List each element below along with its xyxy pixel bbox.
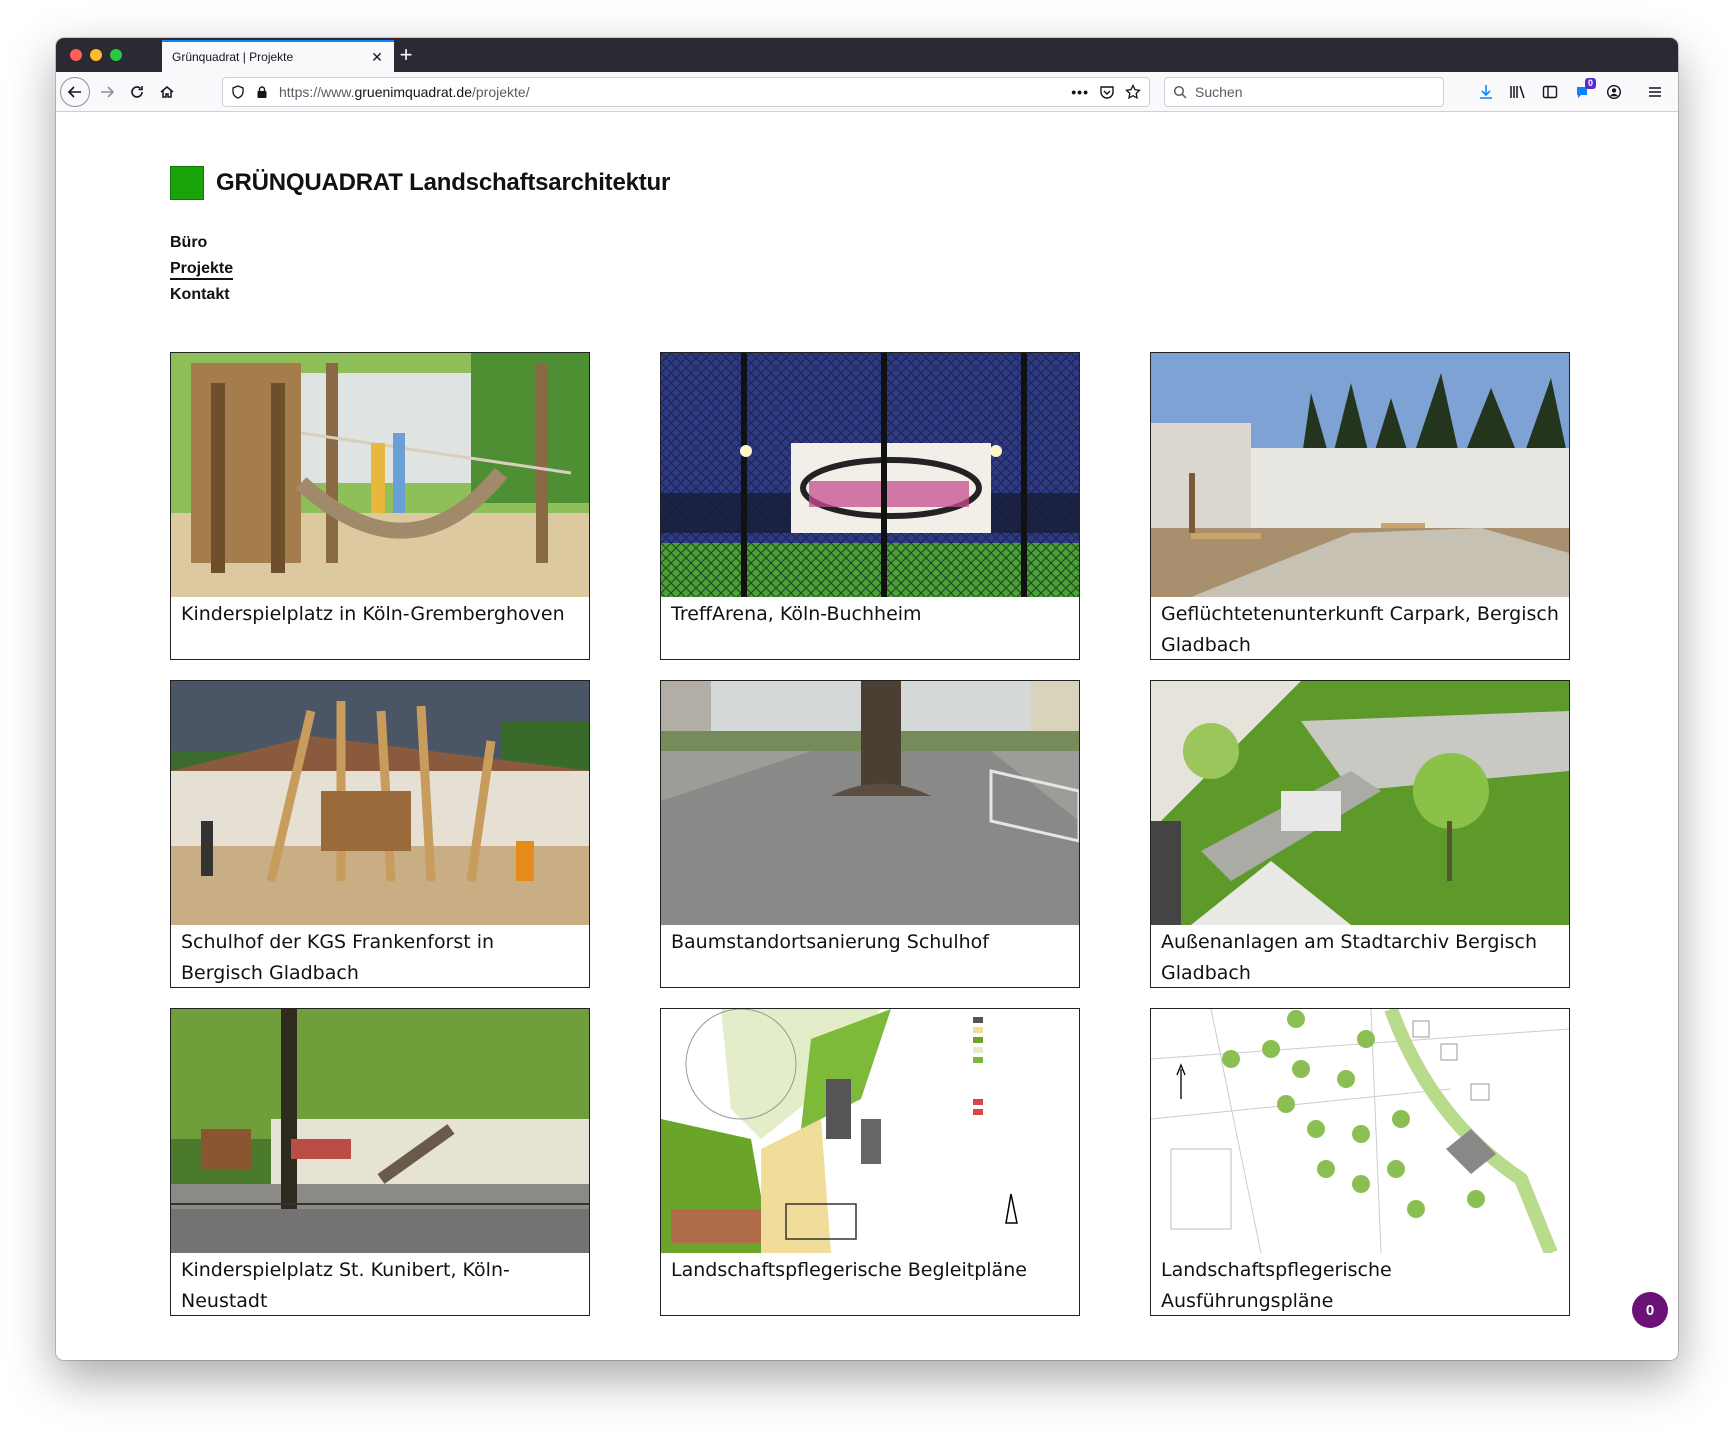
page-content: GRÜNQUADRAT Landschaftsarchitektur Büro … bbox=[56, 112, 1678, 1360]
project-caption: Landschaftspflegerische Begleitpläne bbox=[671, 1259, 1027, 1281]
lock-icon[interactable] bbox=[255, 85, 269, 99]
library-button[interactable] bbox=[1508, 82, 1528, 102]
new-tab-button[interactable]: + bbox=[392, 42, 420, 70]
arrow-right-icon bbox=[101, 86, 115, 98]
home-icon bbox=[160, 86, 174, 98]
home-button[interactable] bbox=[152, 77, 182, 107]
project-card[interactable]: Landschaftspflegerische Begleitpläne bbox=[660, 1008, 1080, 1316]
nav-item-projekte[interactable]: Projekte bbox=[170, 256, 234, 282]
reload-icon bbox=[131, 86, 143, 98]
close-window-button[interactable] bbox=[70, 49, 82, 61]
nav-label: Büro bbox=[170, 234, 208, 251]
project-card[interactable]: Baumstandortsanierung Schulhof bbox=[660, 680, 1080, 988]
browser-window: Grünquadrat | Projekte ✕ + https://www.g… bbox=[56, 38, 1678, 1360]
chat-badge-button[interactable]: 0 bbox=[1632, 1292, 1668, 1328]
download-icon bbox=[1480, 85, 1492, 99]
project-card[interactable]: Geflüchtetenunterkunft Carpark, Bergisch… bbox=[1150, 352, 1570, 660]
search-bar[interactable]: Suchen bbox=[1164, 77, 1444, 107]
back-button[interactable] bbox=[60, 77, 90, 107]
project-caption: Kinderspielplatz in Köln-Gremberghoven bbox=[181, 603, 565, 625]
project-caption: TreffArena, Köln-Buchheim bbox=[671, 603, 922, 625]
bookmark-star-icon[interactable] bbox=[1125, 84, 1141, 100]
page-actions-icon[interactable]: ••• bbox=[1071, 84, 1089, 100]
account-button[interactable] bbox=[1604, 82, 1624, 102]
hamburger-menu-icon bbox=[1649, 87, 1661, 97]
forward-button[interactable] bbox=[92, 77, 122, 107]
arrow-left-icon bbox=[67, 86, 81, 98]
maximize-window-button[interactable] bbox=[110, 49, 122, 61]
project-card[interactable]: Schulhof der KGS Frankenforst in Bergisc… bbox=[170, 680, 590, 988]
notifications-button[interactable]: 0 bbox=[1572, 78, 1596, 102]
url-domain: gruenimquadrat.de bbox=[354, 84, 472, 100]
project-image-containers bbox=[1151, 353, 1569, 597]
url-text[interactable]: https://www.gruenimquadrat.de/projekte/ bbox=[279, 84, 1071, 100]
notification-badge: 0 bbox=[1584, 78, 1596, 89]
search-placeholder: Suchen bbox=[1195, 84, 1243, 100]
tab-active[interactable]: Grünquadrat | Projekte ✕ bbox=[162, 40, 394, 72]
nav-item-buero[interactable]: Büro bbox=[170, 230, 233, 256]
project-card[interactable]: Außenanlagen am Stadtarchiv Bergisch Gla… bbox=[1150, 680, 1570, 988]
tab-strip: Grünquadrat | Projekte ✕ + bbox=[56, 38, 1678, 72]
project-caption: Landschaftspflegerische Ausführungspläne bbox=[1161, 1259, 1392, 1312]
project-caption: Geflüchtetenunterkunft Carpark, Bergisch… bbox=[1161, 603, 1559, 656]
nav-toolbar: https://www.gruenimquadrat.de/projekte/ … bbox=[56, 72, 1678, 112]
library-icon bbox=[1510, 85, 1525, 99]
project-card[interactable]: TreffArena, Köln-Buchheim bbox=[660, 352, 1080, 660]
project-image-treffarena bbox=[661, 353, 1079, 597]
project-image-schoolyard bbox=[171, 681, 589, 925]
nav-item-kontakt[interactable]: Kontakt bbox=[170, 282, 233, 308]
sidebar-icon bbox=[1542, 85, 1558, 99]
project-caption: Schulhof der KGS Frankenforst in Bergisc… bbox=[181, 931, 495, 984]
site-header[interactable]: GRÜNQUADRAT Landschaftsarchitektur bbox=[170, 166, 670, 200]
project-caption: Außenanlagen am Stadtarchiv Bergisch Gla… bbox=[1161, 931, 1538, 984]
close-icon[interactable]: ✕ bbox=[370, 49, 384, 66]
project-card[interactable]: Landschaftspflegerische Ausführungspläne bbox=[1150, 1008, 1570, 1316]
project-image-playground bbox=[171, 353, 589, 597]
project-caption: Kinderspielplatz St. Kunibert, Köln-Neus… bbox=[181, 1259, 510, 1312]
url-prefix: https://www. bbox=[279, 84, 355, 100]
project-image-archive-garden bbox=[1151, 681, 1569, 925]
project-card[interactable]: Kinderspielplatz in Köln-Gremberghoven bbox=[170, 352, 590, 660]
url-bar[interactable]: https://www.gruenimquadrat.de/projekte/ … bbox=[222, 77, 1150, 107]
nav-label: Projekte bbox=[170, 260, 234, 280]
reload-button[interactable] bbox=[122, 77, 152, 107]
project-image-park-playground bbox=[171, 1009, 589, 1253]
project-image-execution-plan bbox=[1151, 1009, 1569, 1253]
url-path: /projekte/ bbox=[472, 84, 530, 100]
menu-button[interactable] bbox=[1640, 77, 1670, 107]
minimize-window-button[interactable] bbox=[90, 49, 102, 61]
site-title: GRÜNQUADRAT Landschaftsarchitektur bbox=[216, 169, 671, 196]
project-image-tree-site bbox=[661, 681, 1079, 925]
download-button[interactable] bbox=[1476, 82, 1496, 102]
shield-icon[interactable] bbox=[231, 85, 245, 99]
nav-label: Kontakt bbox=[170, 286, 230, 303]
pocket-icon[interactable] bbox=[1099, 84, 1115, 100]
logo-square bbox=[170, 166, 204, 200]
sidebar-button[interactable] bbox=[1540, 82, 1560, 102]
project-image-plan-drawing bbox=[661, 1009, 1079, 1253]
account-icon bbox=[1606, 84, 1622, 100]
main-nav: Büro Projekte Kontakt bbox=[170, 230, 234, 308]
project-card[interactable]: Kinderspielplatz St. Kunibert, Köln-Neus… bbox=[170, 1008, 590, 1316]
project-caption: Baumstandortsanierung Schulhof bbox=[671, 931, 989, 953]
search-icon bbox=[1173, 85, 1187, 99]
tab-title: Grünquadrat | Projekte bbox=[172, 50, 294, 64]
